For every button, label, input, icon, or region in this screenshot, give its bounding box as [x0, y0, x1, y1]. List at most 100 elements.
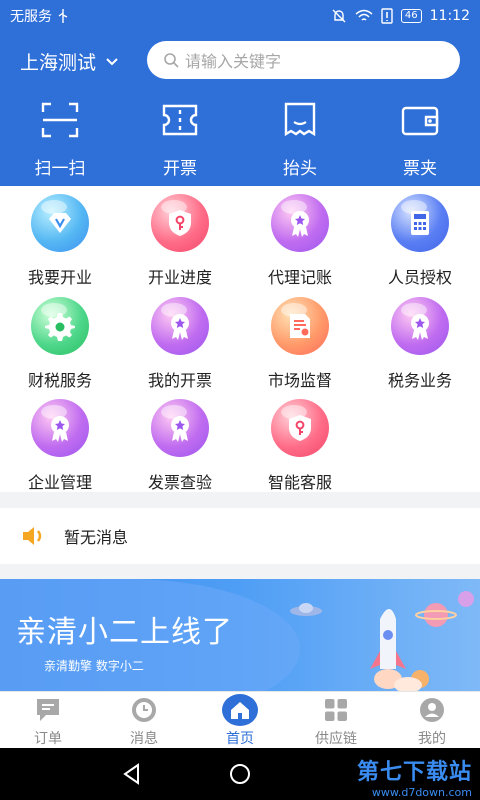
quick-action-scan[interactable]: 扫一扫	[0, 100, 120, 179]
service-label: 人员授权	[387, 268, 452, 287]
user-icon	[420, 698, 444, 722]
bottom-tab-bar: 订单 消息 首页 供应链 我的	[0, 691, 480, 748]
service-bookkeeping[interactable]: 代理记账	[240, 194, 360, 288]
city-selector[interactable]: 上海测试	[20, 48, 120, 75]
quick-action-label: 开票	[163, 159, 197, 179]
back-icon[interactable]	[120, 762, 144, 786]
sim-icon	[381, 8, 393, 24]
diamond-icon	[49, 213, 71, 233]
search-placeholder: 请输入关键字	[185, 52, 282, 71]
document-icon	[290, 314, 310, 338]
service-icon-bg	[151, 297, 209, 355]
wallet-icon	[401, 106, 439, 136]
badge-star-icon	[51, 416, 69, 442]
service-icon-bg	[271, 399, 329, 457]
carrier-text: 无服务	[10, 9, 52, 25]
tab-messages[interactable]: 消息	[96, 692, 192, 748]
service-label: 财税服务	[27, 371, 92, 390]
service-tax-services[interactable]: 财税服务	[0, 297, 120, 391]
header: 上海测试 请输入关键字 扫一扫 开票 抬头 票夹	[0, 32, 480, 186]
quick-action-label: 扫一扫	[34, 159, 86, 179]
quick-actions: 扫一扫 开票 抬头 票夹	[0, 100, 480, 179]
service-label: 市场监督	[267, 371, 332, 390]
service-invoice-verify[interactable]: 发票查验	[120, 399, 240, 493]
home-icon	[231, 702, 249, 719]
service-authorization[interactable]: 人员授权	[360, 194, 480, 288]
service-enterprise-management[interactable]: 企业管理	[0, 399, 120, 493]
service-market-supervision[interactable]: 市场监督	[240, 297, 360, 391]
rocket-illustration	[290, 591, 474, 691]
services-grid: 我要开业 开业进度 代理记账 人员授权 财税服务 我的开票 市场监督 税务业务 …	[0, 186, 480, 492]
service-open-business[interactable]: 我要开业	[0, 194, 120, 288]
service-my-invoices[interactable]: 我的开票	[120, 297, 240, 391]
status-right: 46 11:12	[331, 8, 470, 24]
tab-home[interactable]: 首页	[192, 692, 288, 748]
service-icon-bg	[151, 194, 209, 252]
city-label: 上海测试	[20, 52, 97, 74]
receipt-icon	[284, 102, 316, 137]
usb-icon	[58, 9, 68, 23]
speaker-icon	[23, 527, 42, 545]
service-label: 我的开票	[147, 371, 212, 390]
quick-action-invoice[interactable]: 开票	[120, 100, 240, 179]
tab-label: 消息	[130, 731, 158, 747]
quick-action-wallet[interactable]: 票夹	[360, 100, 480, 179]
quick-action-label: 票夹	[403, 159, 437, 179]
home-icon-bg	[222, 694, 258, 726]
grid-icon	[325, 699, 347, 721]
service-label: 发票查验	[147, 473, 212, 492]
tab-label: 订单	[34, 731, 62, 747]
service-tax-business[interactable]: 税务业务	[360, 297, 480, 391]
tab-orders[interactable]: 订单	[0, 692, 96, 748]
tab-label: 我的	[418, 731, 446, 747]
promo-banner[interactable]: 亲清小二上线了 亲清勤擎 数字小二	[0, 579, 480, 691]
status-bar: 无服务 46 11:12	[0, 0, 480, 32]
gear-icon	[45, 313, 75, 341]
search-input[interactable]: 请输入关键字	[147, 41, 460, 79]
tab-profile[interactable]: 我的	[384, 692, 480, 748]
service-smart-support[interactable]: 智能客服	[240, 399, 360, 493]
shield-key-icon	[289, 415, 311, 441]
chat-icon	[37, 699, 59, 721]
service-progress[interactable]: 开业进度	[120, 194, 240, 288]
battery-indicator: 46	[400, 9, 422, 23]
system-nav-bar: 第七下载站 www.d7down.com	[0, 748, 480, 800]
banner-subtitle: 亲清勤擎 数字小二	[44, 659, 144, 673]
banner-title: 亲清小二上线了	[16, 615, 233, 650]
service-icon-bg	[31, 297, 89, 355]
quick-action-label: 抬头	[283, 159, 317, 179]
notice-text: 暂无消息	[64, 528, 129, 547]
calculator-icon	[411, 211, 429, 235]
badge-star-icon	[411, 314, 429, 340]
search-icon	[164, 53, 179, 68]
home-button-icon[interactable]	[228, 762, 252, 786]
clock-time: 11:12	[429, 8, 470, 24]
watermark-sub: www.d7down.com	[371, 786, 472, 799]
notice-bar[interactable]: 暂无消息	[0, 508, 480, 564]
tab-supply-chain[interactable]: 供应链	[288, 692, 384, 748]
service-icon-bg	[271, 194, 329, 252]
badge-star-icon	[291, 211, 309, 237]
status-left: 无服务	[10, 6, 68, 26]
ticket-icon	[162, 104, 198, 136]
service-icon-bg	[31, 194, 89, 252]
service-label: 企业管理	[27, 473, 92, 492]
watermark-main: 第七下载站	[356, 760, 472, 785]
service-icon-bg	[151, 399, 209, 457]
service-icon-bg	[31, 399, 89, 457]
quick-action-title[interactable]: 抬头	[240, 100, 360, 179]
watermark: 第七下载站 www.d7down.com	[357, 754, 472, 799]
chevron-down-icon	[106, 57, 118, 65]
clock-icon	[132, 698, 156, 722]
service-label: 开业进度	[147, 268, 212, 287]
service-icon-bg	[271, 297, 329, 355]
mute-icon	[332, 9, 346, 23]
service-icon-bg	[391, 297, 449, 355]
service-label: 我要开业	[27, 268, 92, 287]
shield-key-icon	[169, 210, 191, 236]
service-label: 代理记账	[267, 268, 332, 287]
wifi-icon	[355, 9, 373, 21]
scan-icon	[41, 102, 79, 138]
service-label: 税务业务	[387, 371, 452, 390]
service-label: 智能客服	[267, 473, 332, 492]
